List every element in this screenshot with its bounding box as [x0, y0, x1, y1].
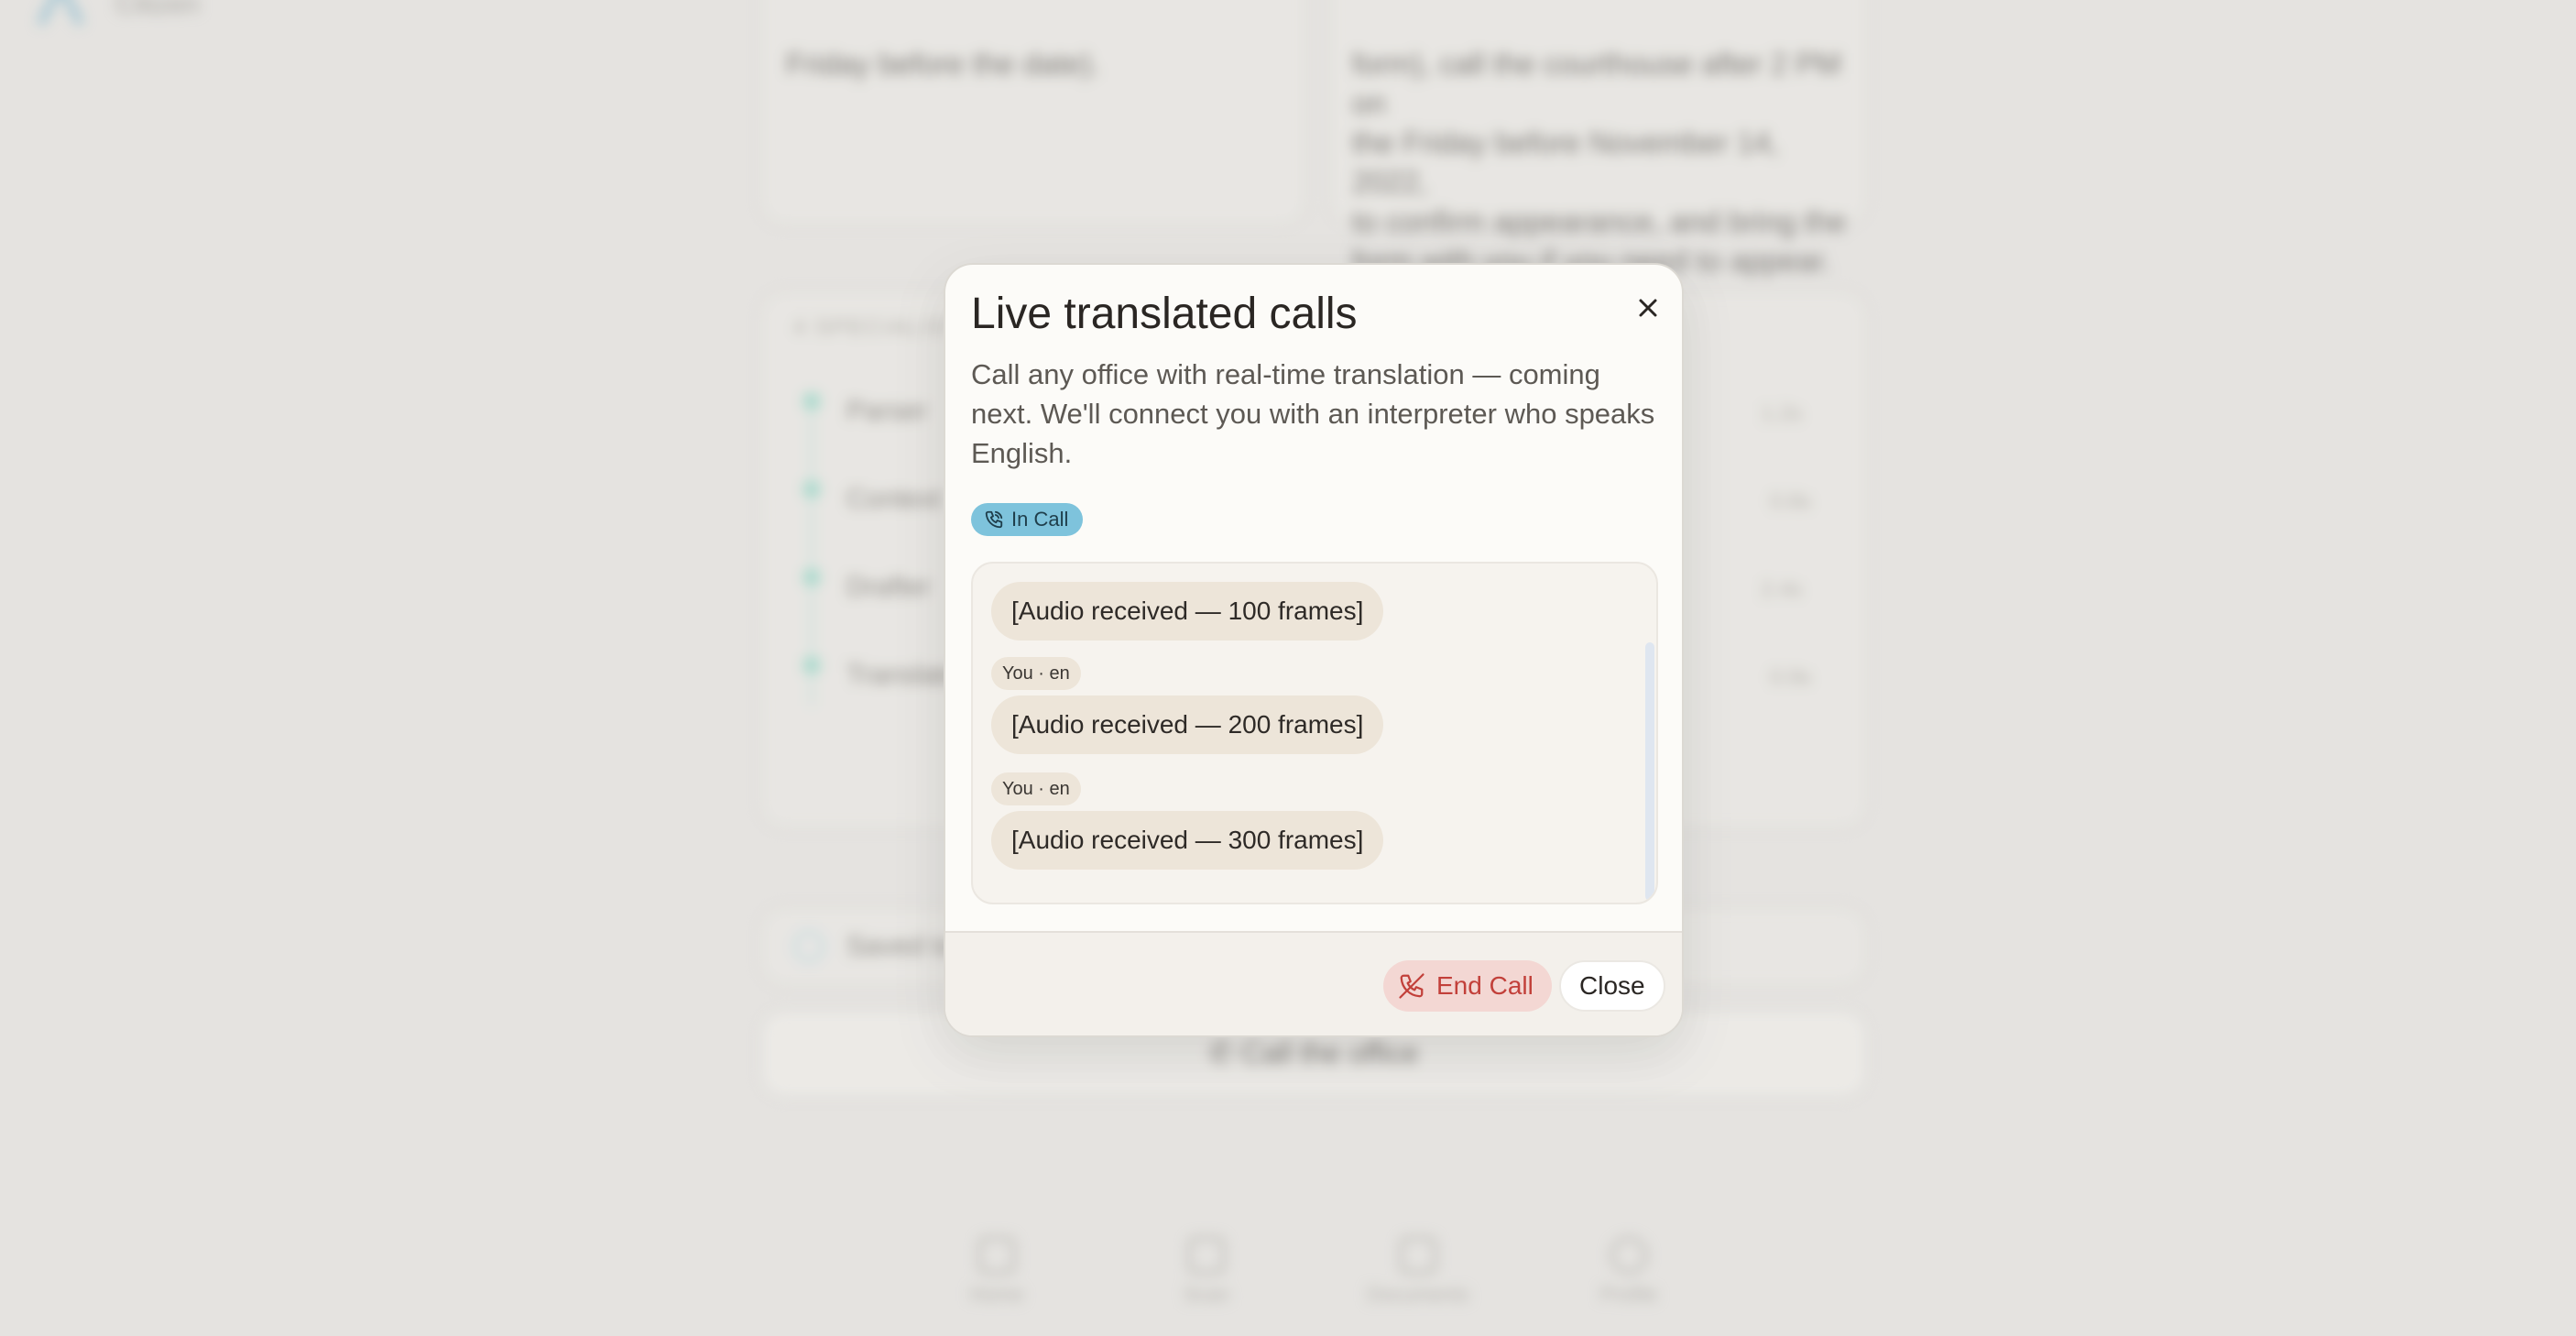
- phone-off-icon: [1399, 973, 1424, 999]
- phone-call-icon: [985, 510, 1003, 529]
- close-button[interactable]: Close: [1559, 960, 1665, 1012]
- close-icon: [1639, 299, 1657, 317]
- end-call-label: End Call: [1436, 971, 1534, 1000]
- dialog-description: Call any office with real-time translati…: [971, 358, 1655, 469]
- transcript-scrollbar[interactable]: [1645, 642, 1654, 901]
- call-transcript[interactable]: [Audio received — 100 frames] You · en […: [971, 562, 1658, 904]
- speaker-tag: You · en: [991, 657, 1081, 690]
- call-status-label: In Call: [1011, 508, 1069, 531]
- transcript-message: [Audio received — 100 frames]: [991, 582, 1384, 641]
- dialog-title: Live translated calls: [971, 290, 1358, 338]
- call-status-badge: In Call: [971, 503, 1084, 536]
- transcript-message: [Audio received — 200 frames]: [991, 695, 1384, 754]
- speaker-tag: You · en: [991, 772, 1081, 805]
- transcript-message: [Audio received — 300 frames]: [991, 811, 1384, 870]
- live-call-dialog: Live translated calls Call any office wi…: [944, 263, 1684, 1037]
- close-label: Close: [1579, 971, 1645, 1000]
- close-dialog-button[interactable]: [1625, 285, 1671, 331]
- dialog-footer: End Call Close: [945, 931, 1682, 1035]
- end-call-button[interactable]: End Call: [1383, 960, 1552, 1012]
